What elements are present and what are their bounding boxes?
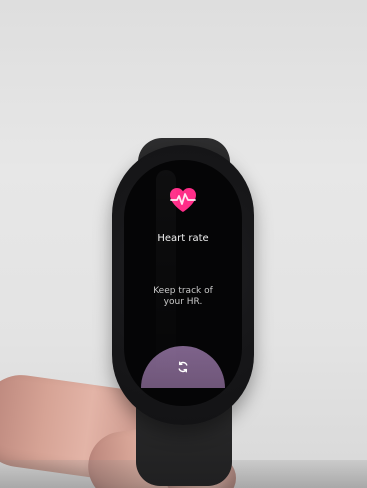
heart-pulse-icon bbox=[167, 184, 199, 216]
photo-scene: Heart rate Keep track of your HR. bbox=[0, 0, 367, 488]
screen-subtitle: Keep track of your HR. bbox=[124, 286, 242, 309]
sync-button[interactable] bbox=[141, 346, 225, 388]
subtitle-line-2: your HR. bbox=[163, 297, 203, 308]
subtitle-line-1: Keep track of bbox=[153, 286, 213, 296]
screen-title: Heart rate bbox=[157, 233, 209, 244]
watch-screen[interactable]: Heart rate Keep track of your HR. bbox=[124, 160, 242, 406]
sync-icon bbox=[178, 361, 188, 373]
